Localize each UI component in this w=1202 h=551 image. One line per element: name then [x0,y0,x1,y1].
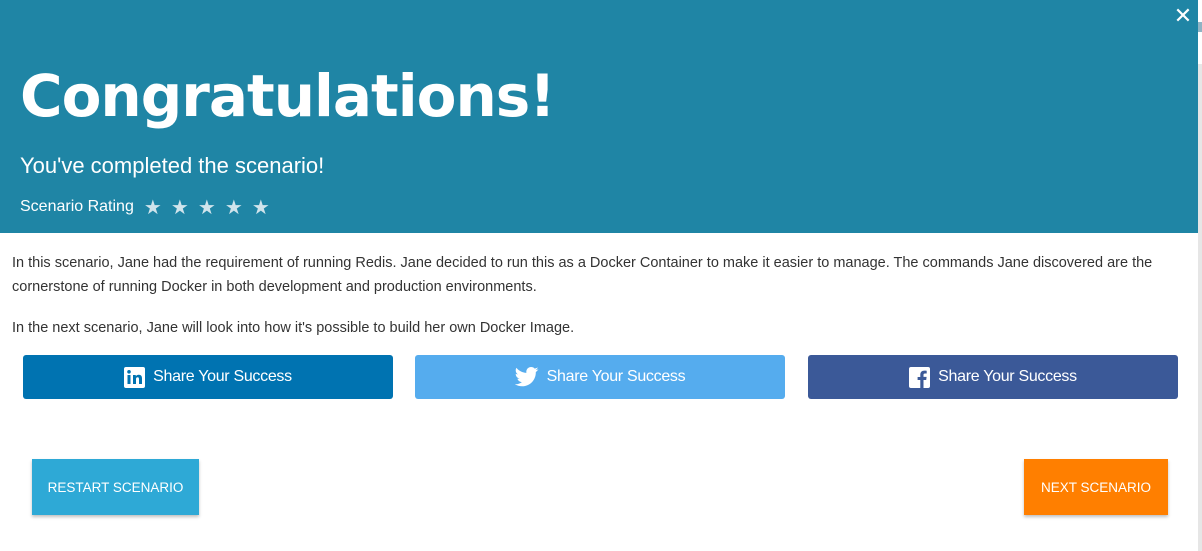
modal-header: Congratulations! You've completed the sc… [0,0,1202,233]
rating-stars: ★ ★ ★ ★ ★ [144,197,279,217]
linkedin-icon [124,366,146,388]
facebook-icon [909,366,931,388]
edge-mark [1198,22,1202,32]
page-edge [1198,0,1202,551]
page-title: Congratulations! [20,62,556,130]
star-icon[interactable]: ★ [252,197,279,217]
scenario-rating: Scenario Rating ★ ★ ★ ★ ★ [20,196,279,218]
summary-paragraph: In this scenario, Jane had the requireme… [12,255,1153,295]
star-icon[interactable]: ★ [225,197,252,217]
share-linkedin-button[interactable]: Share Your Success [23,355,393,399]
star-icon[interactable]: ★ [144,197,171,217]
edge-divider [1198,64,1202,551]
next-scenario-button[interactable]: NEXT SCENARIO [1024,459,1168,515]
star-icon[interactable]: ★ [171,197,198,217]
share-label: Share Your Success [546,368,686,385]
share-label: Share Your Success [153,368,292,385]
share-facebook-button[interactable]: Share Your Success [808,355,1178,399]
rating-label: Scenario Rating [20,198,134,215]
restart-scenario-button[interactable]: RESTART SCENARIO [32,459,199,515]
twitter-icon [514,367,539,387]
star-icon[interactable]: ★ [198,197,225,217]
next-scenario-paragraph: In the next scenario, Jane will look int… [12,320,575,336]
close-icon[interactable]: ✕ [1172,6,1194,28]
share-twitter-button[interactable]: Share Your Success [415,355,785,399]
subtitle: You've completed the scenario! [20,153,325,178]
share-label: Share Your Success [938,368,1077,385]
